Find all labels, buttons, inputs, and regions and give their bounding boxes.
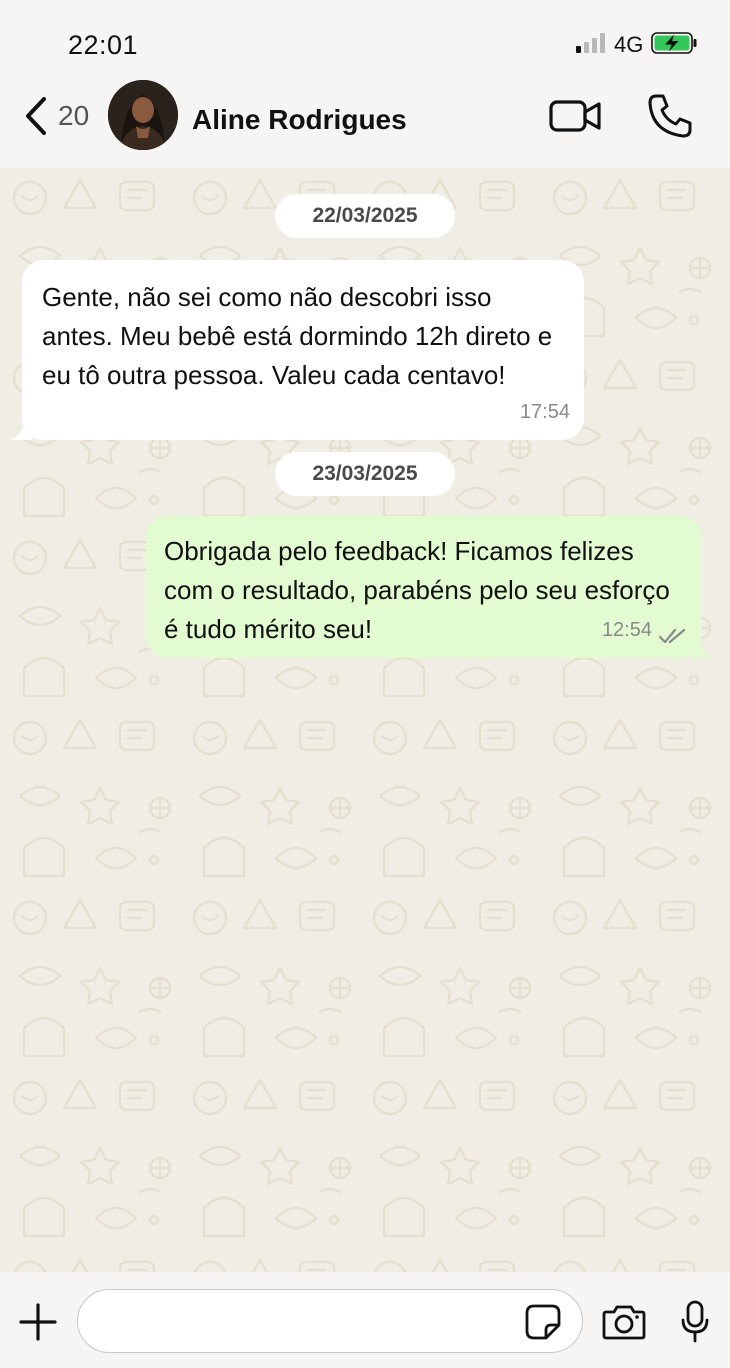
sticker-button[interactable] (524, 1303, 562, 1341)
incoming-message-bubble[interactable]: Gente, não sei como não descobri isso an… (10, 260, 584, 440)
contact-photo (108, 80, 178, 150)
unread-count: 20 (58, 100, 90, 131)
message-text: Gente, não sei como não descobri isso an… (42, 282, 553, 390)
message-time: 17:54 (519, 401, 570, 423)
message-input[interactable] (102, 1290, 522, 1350)
chat-header: 20 Aline Rodrigues (0, 80, 730, 168)
status-time: 22:01 (68, 30, 139, 60)
attach-button[interactable] (18, 1302, 58, 1342)
camera-button[interactable] (602, 1304, 646, 1340)
date-label: 23/03/2025 (312, 462, 418, 485)
composer-bar (0, 1272, 730, 1368)
bubble-tail (10, 416, 32, 440)
voice-call-button[interactable] (646, 92, 694, 140)
message-time: 12:54 (601, 619, 652, 641)
signal-strength-icon (576, 33, 605, 53)
network-type: 4G (614, 32, 644, 57)
avatar[interactable] (108, 80, 178, 150)
message-text: Obrigada pelo feedback! Ficamos felizes … (164, 536, 670, 644)
read-receipt-icon (658, 628, 686, 644)
date-divider: 23/03/2025 (275, 452, 455, 496)
battery-charging-icon (651, 32, 697, 54)
chat-screen: 22:01 4G 20 Aline Rodrigues 22/03/2025 G… (0, 0, 730, 1368)
outgoing-message-bubble[interactable]: Obrigada pelo feedback! Ficamos felizes … (146, 516, 714, 658)
date-divider: 22/03/2025 (275, 194, 455, 238)
date-label: 22/03/2025 (312, 204, 418, 227)
status-bar: 22:01 4G (0, 0, 730, 80)
message-list[interactable]: 22/03/2025 Gente, não sei como não desco… (0, 168, 730, 1272)
bubble-tail (692, 634, 714, 658)
message-input-container[interactable] (77, 1289, 583, 1353)
chevron-left-icon (26, 97, 46, 135)
video-call-button[interactable] (548, 94, 604, 138)
back-button[interactable]: 20 (22, 92, 102, 140)
microphone-button[interactable] (680, 1300, 710, 1344)
contact-name[interactable]: Aline Rodrigues (192, 104, 407, 136)
